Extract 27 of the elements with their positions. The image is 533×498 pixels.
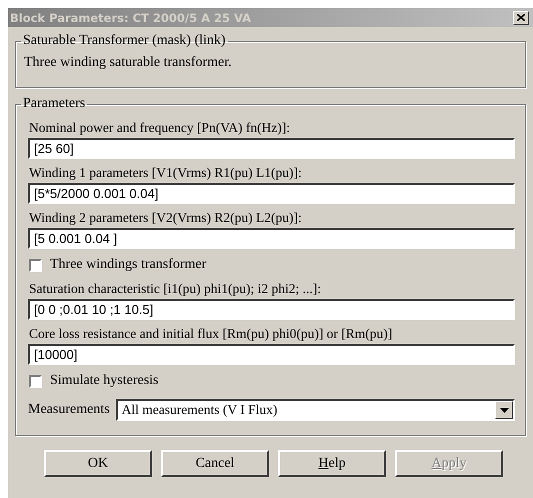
dialog-button[interactable]: OK [44, 450, 152, 477]
field-label: Saturation characteristic [i1(pu) phi1(pu); i2 phi2; ...]: [29, 281, 322, 297]
group-title: Parameters [22, 96, 86, 112]
input-field[interactable]: [10000] [28, 344, 515, 365]
field-label: Core loss resistance and initial flux [Rm(pu) phi0(pu)] or [Rm(pu)] [29, 326, 394, 342]
field-label: Winding 2 parameters [V2(Vrms) R2(pu) L2(pu)]: [29, 210, 303, 226]
description-text: Three winding saturable transformer. [24, 55, 233, 71]
checkbox-label: Simulate hysteresis [50, 373, 158, 389]
field-label: Winding 1 parameters [V1(Vrms) R1(pu) L1(pu)]: [29, 165, 303, 181]
checkbox-label: Three windings transformer [50, 257, 206, 273]
close-button[interactable] [513, 10, 529, 24]
dropdown[interactable]: All measurements (V I Flux) [116, 399, 515, 421]
dropdown-label: Measurements [28, 402, 110, 418]
caret-icon [500, 408, 508, 412]
checkbox[interactable] [29, 258, 42, 272]
dropdown-button[interactable] [495, 401, 513, 419]
input-field[interactable]: [25 60] [28, 138, 515, 159]
close-icon [517, 14, 525, 21]
checkbox[interactable] [29, 374, 42, 388]
input-field[interactable]: [0 0 ;0.01 10 ;1 10.5] [28, 299, 515, 320]
group-title: Saturable Transformer (mask) (link) [22, 33, 227, 49]
input-field[interactable]: [5 0.001 0.04 ] [28, 228, 515, 249]
input-field[interactable]: [5*5/2000 0.001 0.04] [28, 183, 515, 204]
dialog-button[interactable]: Help [278, 450, 386, 477]
dialog-button[interactable]: Cancel [161, 450, 269, 477]
field-label: Nominal power and frequency [Pn(VA) fn(Hz)]: [29, 120, 292, 136]
window-title: Block Parameters: CT 2000/5 A 25 VA [10, 10, 252, 24]
